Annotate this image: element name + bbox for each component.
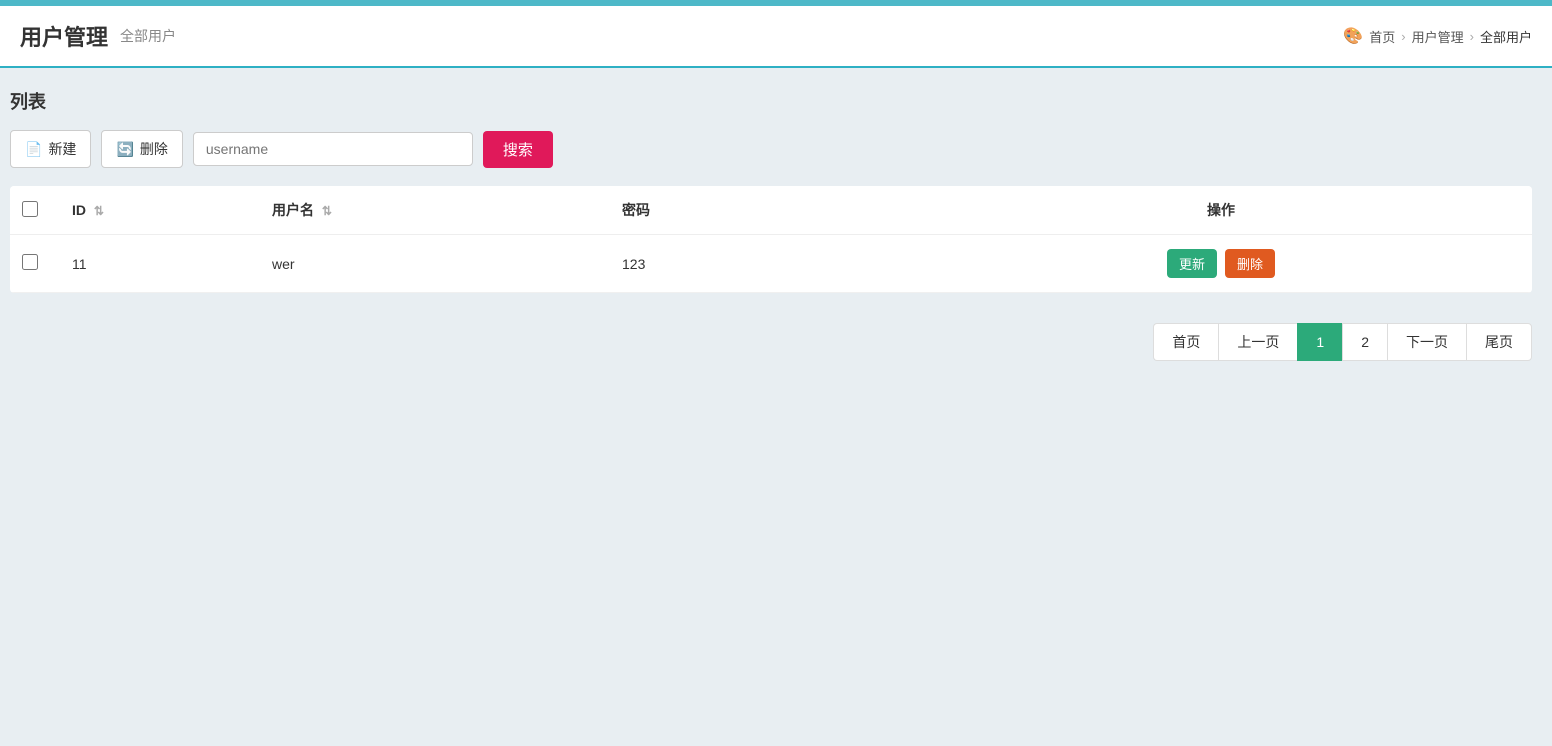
table-row: 11 wer 123 更新 删除 (10, 235, 1532, 293)
section-title: 列表 (10, 88, 1532, 114)
header-left: 用户管理 全部用户 (20, 20, 176, 52)
breadcrumb-sep-2: › (1470, 29, 1474, 44)
sort-icon-username[interactable]: ⇅ (322, 204, 332, 218)
new-button[interactable]: 📄 新建 (10, 130, 91, 168)
pagination-next[interactable]: 下一页 (1387, 323, 1466, 361)
delete-button-label: 删除 (140, 139, 168, 159)
sort-icon-id[interactable]: ⇅ (94, 204, 104, 218)
search-button[interactable]: 搜索 (483, 131, 553, 168)
pagination: 首页 上一页 1 2 下一页 尾页 (1153, 323, 1532, 361)
user-table: ID ⇅ 用户名 ⇅ 密码 操作 (10, 186, 1532, 293)
new-icon: 📄 (25, 141, 42, 158)
cell-action-0: 更新 删除 (910, 235, 1532, 293)
cell-username-0: wer (260, 235, 610, 293)
cell-check-0 (10, 235, 60, 293)
update-button-0[interactable]: 更新 (1167, 249, 1217, 278)
page-subtitle: 全部用户 (120, 26, 176, 46)
row-delete-button-0[interactable]: 删除 (1225, 249, 1275, 278)
col-header-id: ID ⇅ (60, 186, 260, 235)
header: 用户管理 全部用户 🎨 首页 › 用户管理 › 全部用户 (0, 6, 1552, 68)
search-input[interactable] (193, 132, 473, 166)
pagination-wrap: 首页 上一页 1 2 下一页 尾页 (10, 293, 1532, 381)
search-button-label: 搜索 (503, 142, 533, 159)
main-content: 列表 📄 新建 🔄 删除 搜索 ID ⇅ (0, 68, 1552, 401)
cell-id-0: 11 (60, 235, 260, 293)
pagination-first[interactable]: 首页 (1153, 323, 1218, 361)
home-icon: 🎨 (1343, 26, 1363, 46)
col-header-action: 操作 (910, 186, 1532, 235)
refresh-icon: 🔄 (116, 141, 133, 158)
breadcrumb-home[interactable]: 首页 (1369, 27, 1395, 46)
cell-password-0: 123 (610, 235, 910, 293)
new-button-label: 新建 (48, 139, 76, 159)
page-title: 用户管理 (20, 20, 108, 52)
delete-button[interactable]: 🔄 删除 (101, 130, 182, 168)
breadcrumb-user-mgmt[interactable]: 用户管理 (1412, 27, 1464, 46)
select-all-checkbox[interactable] (22, 201, 38, 217)
col-header-check (10, 186, 60, 235)
pagination-last[interactable]: 尾页 (1466, 323, 1532, 361)
breadcrumb-all-users: 全部用户 (1480, 27, 1532, 46)
toolbar: 📄 新建 🔄 删除 搜索 (10, 130, 1532, 168)
breadcrumb: 🎨 首页 › 用户管理 › 全部用户 (1343, 26, 1532, 46)
pagination-prev[interactable]: 上一页 (1218, 323, 1297, 361)
row-checkbox-0[interactable] (22, 254, 38, 270)
pagination-page-1[interactable]: 1 (1297, 323, 1342, 361)
col-header-username: 用户名 ⇅ (260, 186, 610, 235)
col-header-password: 密码 (610, 186, 910, 235)
breadcrumb-sep-1: › (1401, 29, 1405, 44)
pagination-page-2[interactable]: 2 (1342, 323, 1387, 361)
table-header-row: ID ⇅ 用户名 ⇅ 密码 操作 (10, 186, 1532, 235)
table-body: 11 wer 123 更新 删除 (10, 235, 1532, 293)
